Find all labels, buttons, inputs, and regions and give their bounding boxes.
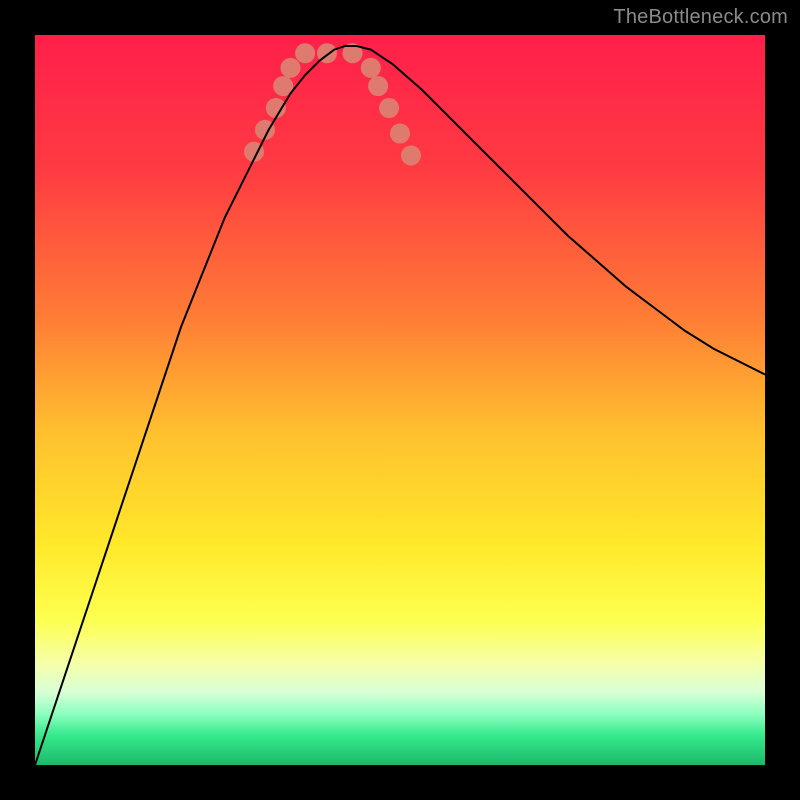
chart-stage: TheBottleneck.com [0,0,800,800]
sweet-spot-marker [368,76,388,96]
sweet-spot-marker [379,98,399,118]
sweet-spot-marker [295,43,315,63]
sweet-spot-marker [390,124,410,144]
chart-svg [35,35,765,765]
gradient-background [35,35,765,765]
plot-area [35,35,765,765]
sweet-spot-marker [361,58,381,78]
sweet-spot-marker [281,58,301,78]
sweet-spot-marker [401,145,421,165]
watermark-text: TheBottleneck.com [613,6,788,29]
